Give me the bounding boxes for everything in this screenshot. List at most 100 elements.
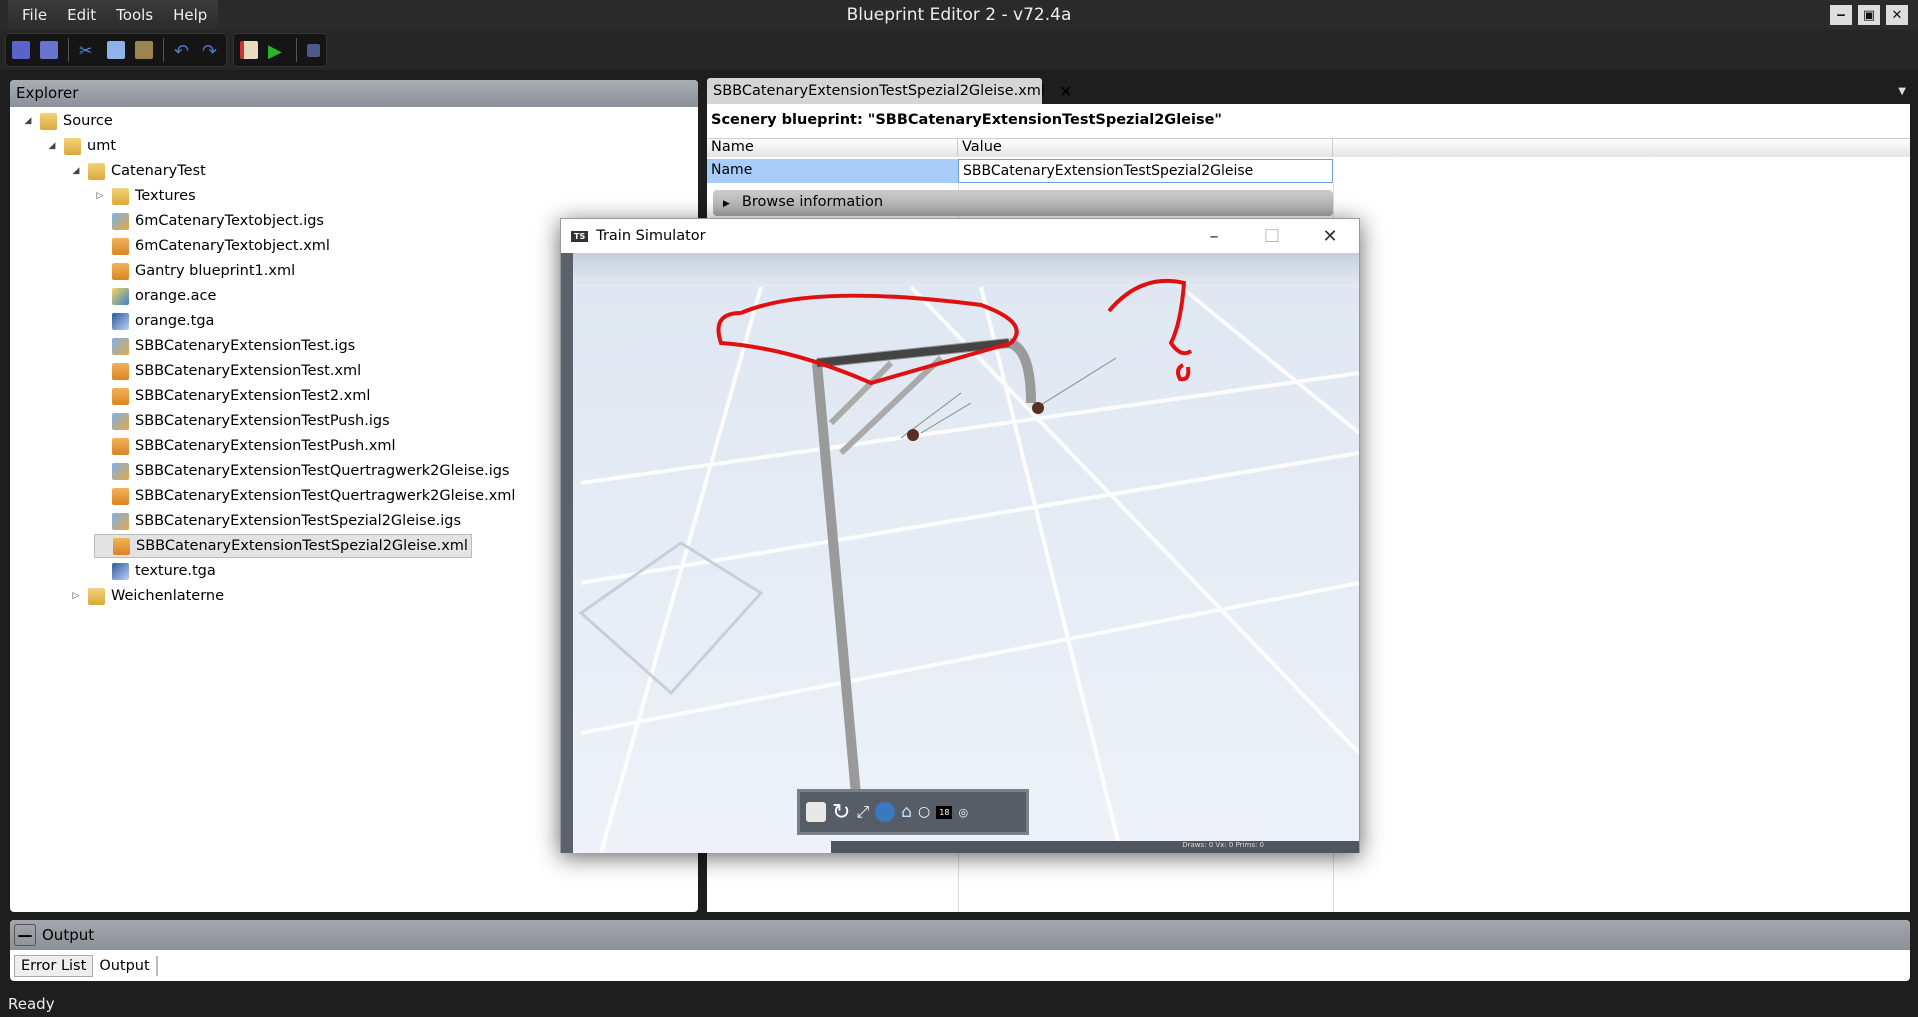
copy-icon[interactable]: [107, 41, 125, 59]
tree-item[interactable]: 6mCatenaryTextobject.xml: [94, 234, 330, 258]
app-title: Blueprint Editor 2 - v72.4a: [846, 5, 1072, 25]
globe-icon[interactable]: [875, 802, 896, 822]
redo-icon[interactable]: ↷: [202, 41, 220, 62]
sim-maximize-button[interactable]: ☐: [1243, 219, 1301, 253]
tree-item[interactable]: texture.tga: [94, 559, 216, 583]
tree-item-label: Gantry blueprint1.xml: [135, 263, 296, 279]
tree-item[interactable]: ▷ Textures: [94, 184, 196, 208]
minimize-button[interactable]: ‒: [1830, 5, 1852, 25]
document-tab[interactable]: SBBCatenaryExtensionTestSpezial2Gleise.x…: [707, 78, 1072, 104]
expand-arrow-icon[interactable]: ▷: [70, 591, 82, 601]
property-value-input[interactable]: SBBCatenaryExtensionTestSpezial2Gleise: [958, 159, 1333, 183]
tree-item-label: orange.ace: [135, 288, 217, 304]
browse-information-label: Browse information: [741, 194, 884, 210]
tree-item-label: CatenaryTest: [111, 163, 206, 179]
tree-item-label: umt: [87, 138, 116, 154]
tree-item[interactable]: SBBCatenaryExtensionTest.xml: [94, 359, 361, 383]
xml-file-icon: [113, 537, 130, 555]
save-all-icon[interactable]: [40, 41, 58, 59]
status-text: Ready: [8, 995, 55, 1013]
tree-item-label: SBBCatenaryExtensionTest2.xml: [135, 388, 371, 404]
tree-item[interactable]: ◢ umt: [46, 134, 116, 158]
grid-header: Name Value: [707, 138, 1910, 157]
collapse-output-button[interactable]: —: [14, 924, 36, 946]
undo-icon[interactable]: ↶: [174, 41, 192, 62]
tree-item[interactable]: SBBCatenaryExtensionTestPush.xml: [94, 434, 396, 458]
expand-arrow-icon[interactable]: ▷: [94, 191, 106, 201]
collapse-arrow-icon[interactable]: ◢: [46, 141, 58, 151]
lock-icon[interactable]: ◎: [958, 806, 968, 819]
property-row-name[interactable]: Name SBBCatenaryExtensionTestSpezial2Gle…: [707, 159, 1339, 183]
tree-item-label: 6mCatenaryTextobject.igs: [135, 213, 324, 229]
tree-item[interactable]: ▷ Weichenlaterne: [70, 584, 224, 608]
tab-dropdown-icon[interactable]: ▼: [1898, 86, 1906, 97]
xml-file-icon: [112, 262, 129, 280]
tree-item[interactable]: 6mCatenaryTextobject.igs: [94, 209, 324, 233]
move-icon[interactable]: [806, 802, 826, 822]
cut-icon[interactable]: ✂: [79, 41, 97, 60]
property-name: Name: [707, 159, 958, 183]
folder-file-icon: [88, 162, 105, 180]
column-name: Name: [707, 139, 958, 157]
tree-item-label: SBBCatenaryExtensionTestQuertragwerk2Gle…: [135, 463, 510, 479]
ace-file-icon: [112, 287, 129, 305]
tab-output[interactable]: Output: [93, 955, 158, 976]
igs-file-icon: [112, 412, 129, 430]
3d-viewport[interactable]: ↻ ⤢ ⌂ ○ 18 ◎ Draws: 0 Vx: 0 Prims: 0: [561, 253, 1359, 853]
tree-item[interactable]: orange.tga: [94, 309, 214, 333]
tree-item[interactable]: SBBCatenaryExtensionTestSpezial2Gleise.x…: [94, 534, 472, 558]
play-icon[interactable]: ▶: [268, 41, 286, 62]
tree-item[interactable]: SBBCatenaryExtensionTestSpezial2Gleise.i…: [94, 509, 461, 533]
option-radio[interactable]: ○: [918, 804, 930, 820]
rotate-icon[interactable]: ↻: [832, 800, 850, 825]
tab-error-list[interactable]: Error List: [14, 954, 94, 977]
tree-item-label: Textures: [135, 188, 196, 204]
igs-file-icon: [112, 212, 129, 230]
tree-item-label: SBBCatenaryExtensionTestQuertragwerk2Gle…: [135, 488, 516, 504]
output-panel: — Output Error List Output: [10, 920, 1910, 981]
home-icon[interactable]: ⌂: [901, 802, 912, 822]
export-icon[interactable]: [240, 41, 258, 59]
sim-minimize-button[interactable]: –: [1185, 219, 1243, 253]
tree-item[interactable]: SBBCatenaryExtensionTestPush.igs: [94, 409, 390, 433]
stop-icon[interactable]: [307, 43, 320, 57]
tree-item[interactable]: Gantry blueprint1.xml: [94, 259, 295, 283]
folder-file-icon: [88, 587, 105, 605]
render-stats: Draws: 0 Vx: 0 Prims: 0: [831, 841, 1359, 853]
collapse-arrow-icon[interactable]: ◢: [22, 116, 34, 126]
xml-file-icon: [112, 437, 129, 455]
toolbar: ✂ ↶ ↷ ▶: [0, 30, 1918, 70]
igs-file-icon: [112, 462, 129, 480]
close-button[interactable]: ✕: [1886, 5, 1908, 25]
xml-file-icon: [112, 487, 129, 505]
blueprint-heading: Scenery blueprint: "SBBCatenaryExtension…: [711, 112, 1222, 128]
tga-file-icon: [112, 312, 129, 330]
close-tab-icon[interactable]: ✕: [1059, 82, 1072, 101]
collapse-arrow-icon[interactable]: ◢: [70, 166, 82, 176]
tree-item[interactable]: SBBCatenaryExtensionTestQuertragwerk2Gle…: [94, 459, 510, 483]
output-title: Output: [42, 926, 95, 944]
browse-information-expander[interactable]: ▶ Browse information: [713, 190, 1333, 216]
sim-close-button[interactable]: ✕: [1301, 219, 1359, 253]
tree-item-label: SBBCatenaryExtensionTestSpezial2Gleise.x…: [136, 538, 468, 554]
tree-item-label: Weichenlaterne: [111, 588, 225, 604]
document-tab-label: SBBCatenaryExtensionTestSpezial2Gleise.x…: [713, 83, 1045, 99]
paste-icon[interactable]: [135, 41, 153, 59]
scene-render: [561, 253, 1359, 853]
title-bar: File Edit Tools Help Blueprint Editor 2 …: [0, 0, 1918, 30]
tree-item-label: texture.tga: [135, 563, 216, 579]
tree-item[interactable]: SBBCatenaryExtensionTest2.xml: [94, 384, 370, 408]
save-icon[interactable]: [12, 41, 30, 59]
tree-item[interactable]: SBBCatenaryExtensionTestQuertragwerk2Gle…: [94, 484, 515, 508]
tree-item[interactable]: SBBCatenaryExtensionTest.igs: [94, 334, 355, 358]
scale-icon[interactable]: ⤢: [856, 802, 869, 822]
tree-item-label: 6mCatenaryTextobject.xml: [135, 238, 330, 254]
tree-item[interactable]: ◢ CatenaryTest: [70, 159, 206, 183]
tree-item-label: SBBCatenaryExtensionTestPush.igs: [135, 413, 390, 429]
tree-item[interactable]: orange.ace: [94, 284, 216, 308]
tree-item-label: SBBCatenaryExtensionTest.xml: [135, 363, 362, 379]
tree-item-label: Source: [63, 113, 113, 129]
tree-item-label: SBBCatenaryExtensionTestPush.xml: [135, 438, 396, 454]
maximize-button[interactable]: ▣: [1858, 5, 1880, 25]
tree-item[interactable]: ◢ Source: [22, 109, 113, 133]
